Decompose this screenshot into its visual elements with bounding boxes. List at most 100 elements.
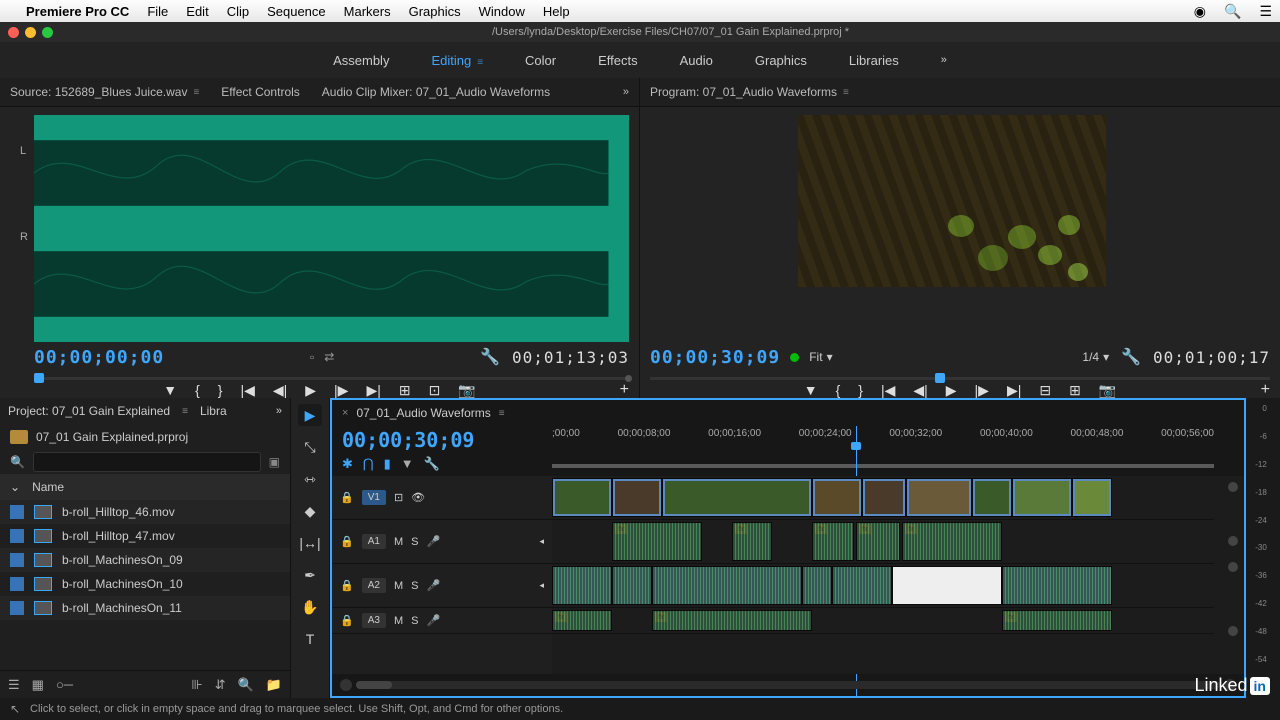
program-fit-select[interactable]: Fit▾ [809, 350, 832, 364]
source-edit-icon[interactable]: ⇄ [324, 350, 334, 364]
play-icon[interactable]: ▶ [305, 382, 316, 399]
snap-icon[interactable]: ✱ [342, 456, 353, 472]
voice-over-icon[interactable]: 🎤 [426, 614, 440, 627]
export-frame-icon[interactable]: 📷 [458, 382, 475, 399]
track-label[interactable]: V1 [362, 490, 386, 505]
go-out-icon[interactable]: ▶| [1007, 382, 1021, 399]
project-tab-menu-icon[interactable]: ≡ [182, 406, 188, 417]
audio-clip[interactable] [802, 566, 832, 605]
source-tc-in[interactable]: 00;00;00;00 [34, 347, 164, 368]
voice-over-icon[interactable]: 🎤 [426, 579, 440, 592]
list-item[interactable]: b-roll_MachinesOn_10 [0, 572, 290, 596]
program-preview[interactable] [798, 115, 1106, 287]
audio-clip[interactable] [552, 566, 612, 605]
track-select-tool-icon[interactable]: ⤡ [298, 436, 322, 458]
video-clip[interactable] [812, 478, 862, 517]
timeline-tab[interactable]: 07_01_Audio Waveforms [356, 406, 490, 420]
hand-tool-icon[interactable]: ✋ [298, 596, 322, 618]
list-item[interactable]: b-roll_Hilltop_47.mov [0, 524, 290, 548]
list-item[interactable]: b-roll_MachinesOn_11 [0, 596, 290, 620]
list-item[interactable]: b-roll_MachinesOn_09 [0, 548, 290, 572]
menu-clip[interactable]: Clip [227, 4, 249, 19]
project-header[interactable]: ⌄ Name [0, 474, 290, 500]
timeline-tc[interactable]: 00;00;30;09 [342, 428, 542, 452]
timeline-close-icon[interactable]: × [342, 407, 348, 419]
video-clip[interactable] [662, 478, 812, 517]
step-back-icon[interactable]: ◀| [273, 382, 287, 399]
video-clip[interactable] [1012, 478, 1072, 517]
list-item[interactable]: b-roll_Hilltop_46.mov [0, 500, 290, 524]
in-point-icon[interactable]: { [195, 382, 200, 398]
add-marker-icon[interactable]: ▮ [384, 456, 391, 472]
video-clip[interactable] [552, 478, 612, 517]
source-fit-icon[interactable]: ▫ [310, 350, 314, 364]
sync-lock-icon[interactable]: ⊡ [394, 491, 403, 504]
lift-icon[interactable]: ⊟ [1039, 382, 1051, 399]
settings-icon[interactable]: 🔧 [424, 456, 440, 472]
audio-clip[interactable]: fx [856, 522, 900, 561]
audio-clip[interactable] [832, 566, 892, 605]
menu-list-icon[interactable]: ☰ [1259, 3, 1272, 20]
go-in-icon[interactable]: |◀ [881, 382, 895, 399]
project-search-input[interactable] [33, 452, 261, 472]
tl-zoom-out-icon[interactable] [340, 679, 352, 691]
source-tab[interactable]: Source: 152689_Blues Juice.wav≡ [10, 85, 199, 99]
lock-icon[interactable]: 🔒 [340, 614, 354, 627]
track-label[interactable]: A3 [362, 613, 386, 628]
timeline-tab-menu-icon[interactable]: ≡ [499, 408, 505, 419]
minimize-button[interactable] [25, 27, 36, 38]
program-tab-menu-icon[interactable]: ≡ [843, 87, 849, 98]
track-header-a1[interactable]: 🔒 A1 M S 🎤 ◂ [332, 520, 552, 564]
ws-editing[interactable]: Editing≡ [431, 53, 483, 68]
lock-icon[interactable]: 🔒 [340, 535, 354, 548]
step-fwd-icon[interactable]: |▶ [975, 382, 989, 399]
program-tab[interactable]: Program: 07_01_Audio Waveforms≡ [650, 85, 849, 99]
audio-clip-mixer-tab[interactable]: Audio Clip Mixer: 07_01_Audio Waveforms [322, 85, 550, 99]
effect-controls-tab[interactable]: Effect Controls [221, 85, 299, 99]
ws-editing-menu-icon[interactable]: ≡ [477, 57, 483, 68]
go-in-icon[interactable]: |◀ [240, 382, 254, 399]
track-collapse-icon[interactable] [1228, 536, 1238, 546]
chevron-left-icon[interactable]: ◂ [539, 580, 544, 591]
ws-libraries[interactable]: Libraries [849, 53, 899, 68]
go-out-icon[interactable]: ▶| [366, 382, 380, 399]
program-add-button-icon[interactable]: + [1261, 381, 1270, 399]
mark-in-icon[interactable]: ▼ [163, 382, 177, 398]
ripple-tool-icon[interactable]: ⇿ [298, 468, 322, 490]
mute-button[interactable]: M [394, 536, 403, 548]
solo-button[interactable]: S [411, 580, 418, 592]
freeform-view-icon[interactable]: ○─ [56, 677, 73, 692]
track-header-a2[interactable]: 🔒 A2 M S 🎤 ◂ [332, 564, 552, 608]
audio-clip[interactable] [612, 566, 652, 605]
source-waveform[interactable] [34, 115, 629, 342]
export-frame-icon[interactable]: 📷 [1099, 382, 1116, 399]
audio-clip-selected[interactable] [892, 566, 1002, 605]
source-tab-menu-icon[interactable]: ≡ [193, 87, 199, 98]
mute-button[interactable]: M [394, 615, 403, 627]
mute-button[interactable]: M [394, 580, 403, 592]
ws-overflow-icon[interactable]: » [941, 54, 947, 66]
project-overflow-icon[interactable]: » [276, 405, 282, 417]
ws-audio[interactable]: Audio [680, 53, 713, 68]
timeline-ruler[interactable]: ;00;00 00;00;08;00 00;00;16;00 00;00;24;… [552, 426, 1244, 476]
out-point-icon[interactable]: } [858, 382, 863, 398]
marker-icon[interactable]: ▼ [401, 456, 414, 472]
menu-file[interactable]: File [147, 4, 168, 19]
program-tc[interactable]: 00;00;30;09 [650, 347, 780, 368]
track-collapse-icon[interactable] [1228, 562, 1238, 572]
audio-clip[interactable] [652, 566, 802, 605]
step-fwd-icon[interactable]: |▶ [334, 382, 348, 399]
audio-clip[interactable]: fx [732, 522, 772, 561]
menu-edit[interactable]: Edit [186, 4, 208, 19]
program-wrench-icon[interactable]: 🔧 [1121, 347, 1141, 367]
ws-effects[interactable]: Effects [598, 53, 638, 68]
list-view-icon[interactable]: ☰ [8, 677, 20, 693]
menu-markers[interactable]: Markers [344, 4, 391, 19]
ws-color[interactable]: Color [525, 53, 556, 68]
track-label[interactable]: A1 [362, 534, 386, 549]
step-back-icon[interactable]: ◀| [913, 382, 927, 399]
zoom-slider-icon[interactable]: ⊪ [191, 677, 202, 693]
video-clip[interactable] [1072, 478, 1112, 517]
find-icon[interactable]: 🔍 [238, 677, 254, 693]
audio-clip[interactable] [1002, 566, 1112, 605]
